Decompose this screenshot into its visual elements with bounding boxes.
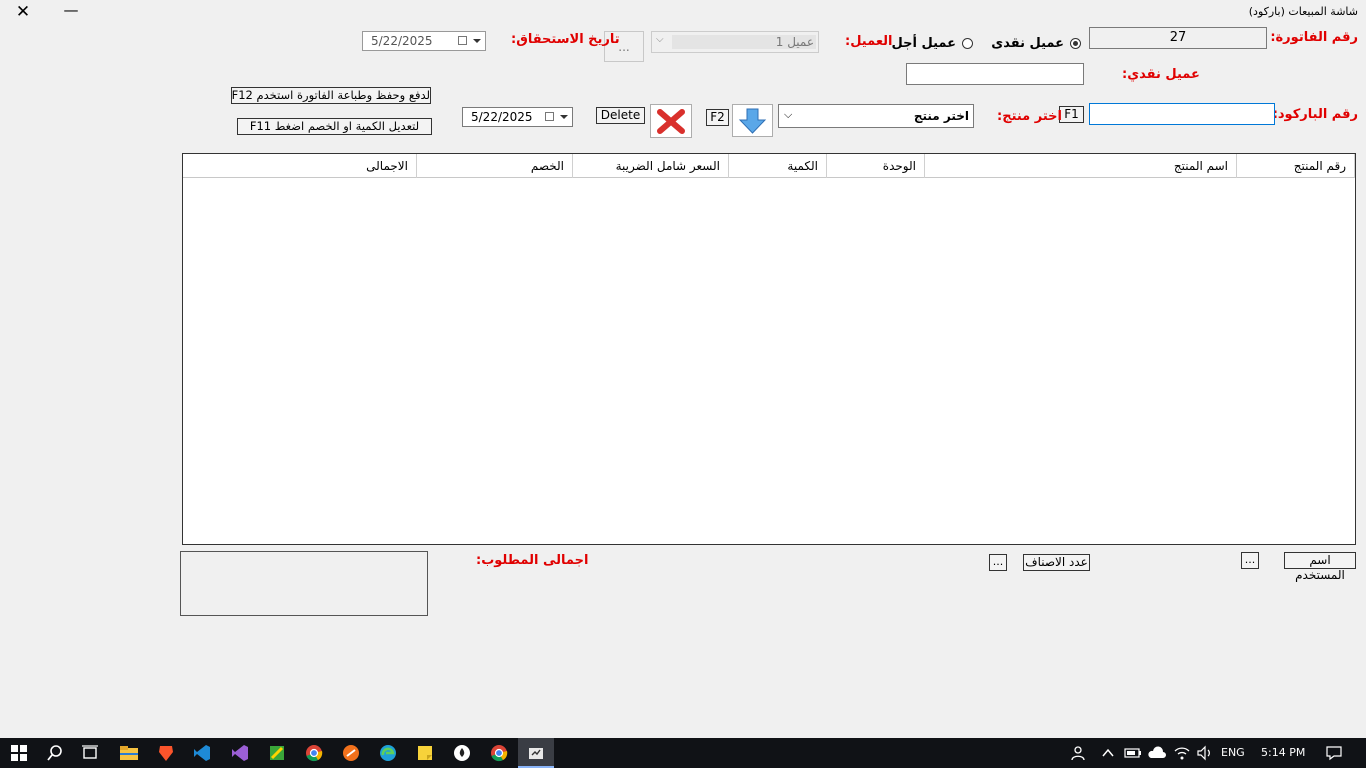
- sticky-notes-icon[interactable]: [414, 743, 436, 763]
- barcode-label: رقم الباركود:: [1272, 107, 1358, 122]
- delete-button[interactable]: Delete: [596, 107, 645, 124]
- search-icon[interactable]: [44, 743, 66, 763]
- f1-key-label: F1: [1059, 106, 1084, 123]
- chevron-down-icon: ⌵: [784, 108, 793, 121]
- task-view-icon[interactable]: [79, 743, 101, 763]
- username-browse-button[interactable]: ...: [1241, 552, 1259, 569]
- invoice-date-value: 5/22/2025: [471, 110, 533, 124]
- dropdown-arrow-icon: [473, 39, 481, 43]
- radio-unselected-indicator: [962, 38, 973, 49]
- visual-studio-icon[interactable]: [229, 743, 251, 763]
- col-price-incl-tax[interactable]: السعر شامل الضريبة: [573, 154, 729, 178]
- notifications-icon[interactable]: [1323, 743, 1345, 763]
- col-total[interactable]: الاجمالى: [183, 154, 417, 178]
- credit-customer-radio[interactable]: عميل أجل: [892, 36, 976, 52]
- language-indicator[interactable]: ENG: [1221, 746, 1245, 759]
- due-date-value: 5/22/2025: [371, 34, 433, 48]
- col-quantity[interactable]: الكمية: [729, 154, 827, 178]
- customer-label: العميل:: [845, 34, 893, 49]
- taskbar: ENG 5:14 PM: [0, 738, 1366, 768]
- cash-customer-label: عميل نقدي:: [1122, 67, 1200, 82]
- red-x-icon: [657, 109, 685, 134]
- cash-customer-option-label: عميل نقدى: [991, 36, 1064, 51]
- arrow-down-icon: [738, 108, 767, 134]
- sales-app-icon[interactable]: [525, 743, 547, 763]
- invoice-number-field: 27: [1089, 27, 1267, 49]
- chevron-up-icon[interactable]: [1097, 743, 1119, 763]
- due-date-label: تاريخ الاستحقاق:: [511, 32, 620, 47]
- volume-icon[interactable]: [1194, 743, 1216, 763]
- cash-customer-input[interactable]: [906, 63, 1084, 85]
- col-product-number[interactable]: رقم المنتج: [1237, 154, 1355, 178]
- chrome-icon[interactable]: [488, 743, 510, 763]
- col-product-name[interactable]: اسم المنتج: [925, 154, 1237, 178]
- product-select[interactable]: ⌵ اختر منتج: [778, 104, 974, 128]
- app-drop-icon[interactable]: [451, 743, 473, 763]
- cash-customer-radio[interactable]: عميل نقدى: [991, 36, 1084, 52]
- username-label: اسم المستخدم: [1284, 552, 1356, 582]
- invoice-number-label: رقم الفاتورة:: [1270, 30, 1358, 45]
- grid-header: رقم المنتج اسم المنتج الوحدة الكمية السع…: [183, 154, 1355, 178]
- chrome-icon[interactable]: [303, 743, 325, 763]
- paint-tool-icon[interactable]: [266, 743, 288, 763]
- dropdown-arrow-icon: [560, 115, 568, 119]
- col-discount[interactable]: الخصم: [417, 154, 573, 178]
- brave-browser-icon[interactable]: [155, 743, 177, 763]
- wifi-icon[interactable]: [1171, 743, 1193, 763]
- customer-select-value: عميل 1: [775, 35, 814, 49]
- invoice-date-picker[interactable]: 5/22/2025: [462, 107, 573, 127]
- calendar-icon: [545, 112, 554, 121]
- edge-icon[interactable]: [377, 743, 399, 763]
- col-unit[interactable]: الوحدة: [827, 154, 925, 178]
- f2-key-label: F2: [706, 109, 729, 126]
- minimize-icon[interactable]: —: [62, 3, 80, 21]
- file-explorer-icon[interactable]: [118, 743, 140, 763]
- radio-selected-indicator: [1070, 38, 1081, 49]
- clock[interactable]: 5:14 PM: [1261, 746, 1305, 759]
- due-date-picker[interactable]: 5/22/2025: [362, 31, 486, 51]
- total-required-label: اجمالى المطلوب:: [476, 553, 589, 568]
- app-orange-icon[interactable]: [340, 743, 362, 763]
- items-count-browse-button[interactable]: ...: [989, 554, 1007, 571]
- items-grid[interactable]: رقم المنتج اسم المنتج الوحدة الكمية السع…: [182, 153, 1356, 545]
- credit-customer-option-label: عميل أجل: [891, 36, 956, 51]
- windows-start-icon[interactable]: [8, 743, 30, 763]
- pay-hint: لدفع وحفظ وطباعة الفاتورة استخدم F12: [231, 87, 431, 104]
- product-label: اختر منتج:: [997, 109, 1062, 124]
- customer-select[interactable]: ⌵ عميل 1: [651, 31, 819, 53]
- edit-hint: لتعديل الكمية او الخصم اضغط F11: [237, 118, 432, 135]
- chevron-down-icon: ⌵: [656, 34, 664, 45]
- window-title: شاشة المبيعات (باركود): [1248, 5, 1358, 18]
- total-required-box: [180, 551, 428, 616]
- calendar-icon: [458, 36, 467, 45]
- close-icon[interactable]: ✕: [14, 3, 32, 21]
- battery-icon[interactable]: [1122, 743, 1144, 763]
- clear-button[interactable]: [650, 104, 692, 138]
- product-select-value: اختر منتج: [913, 109, 969, 123]
- vscode-icon[interactable]: [191, 743, 213, 763]
- onedrive-cloud-icon[interactable]: [1146, 743, 1168, 763]
- add-down-button[interactable]: [732, 104, 773, 137]
- items-count-label: عدد الاصناف: [1023, 554, 1090, 571]
- people-icon[interactable]: [1068, 743, 1090, 763]
- barcode-input[interactable]: [1089, 103, 1275, 125]
